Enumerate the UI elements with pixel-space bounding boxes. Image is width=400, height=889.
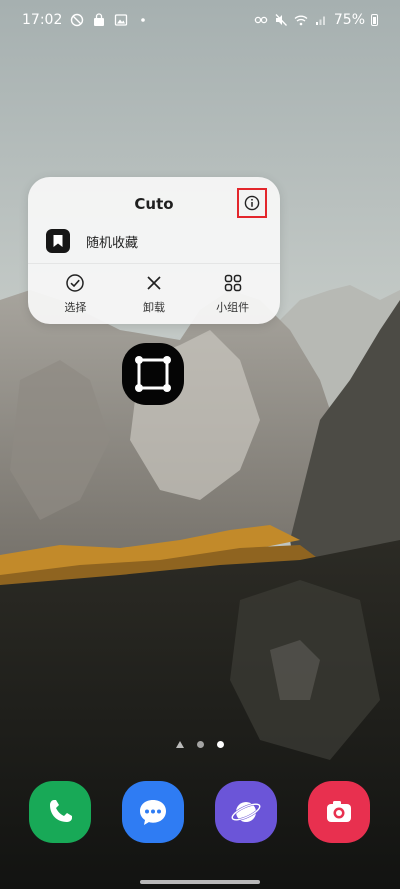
widgets-icon [224,274,241,292]
crop-frame-icon [135,356,171,392]
shopping-bag-icon [92,13,106,27]
close-icon [147,276,161,290]
uninstall-label: 卸载 [142,301,165,314]
page-dot-active[interactable] [217,741,224,748]
widgets-label: 小组件 [216,301,250,314]
home-page-indicator-icon[interactable] [176,741,184,748]
mute-icon [274,13,288,27]
popup-divider [28,263,280,264]
phone-app[interactable] [29,781,91,843]
select-label: 选择 [64,301,87,314]
select-button[interactable]: 选择 [40,273,110,315]
bookmark-icon [46,229,70,253]
messages-app[interactable] [122,781,184,843]
phone-icon [50,800,72,822]
info-icon [244,195,260,211]
camera-icon [327,801,351,822]
page-indicator[interactable] [0,741,400,748]
check-circle-icon [66,274,85,292]
page-dot[interactable] [197,741,204,748]
widgets-button[interactable]: 小组件 [198,273,268,315]
wifi-icon [294,13,308,27]
vpn-key-icon [254,13,268,27]
camera-app[interactable] [308,781,370,843]
internet-app[interactable] [215,781,277,843]
popup-actions: 选择 卸载 小组件 [28,273,280,315]
signal-icon [314,13,328,27]
gallery-icon [114,13,128,27]
home-gesture-bar[interactable] [140,880,260,884]
uninstall-button[interactable]: 卸载 [119,273,189,315]
notification-dot-icon [136,13,150,27]
shortcut-random-favorite[interactable]: 随机收藏 [46,229,138,253]
status-bar: 17:02 75% [0,0,400,44]
no-sync-icon [70,13,84,27]
internet-icon [231,802,261,822]
dock [0,781,400,845]
cuto-app-icon[interactable] [122,343,184,405]
app-options-popup: Cuto 随机收藏 选择 卸载 小组件 [28,177,280,324]
battery-icon [371,14,378,26]
clock: 17:02 [22,12,63,28]
app-info-button[interactable] [237,188,267,218]
message-icon [140,800,166,825]
wallpaper [0,0,400,889]
battery-percent: 75% [333,12,365,28]
shortcut-label: 随机收藏 [86,235,139,251]
